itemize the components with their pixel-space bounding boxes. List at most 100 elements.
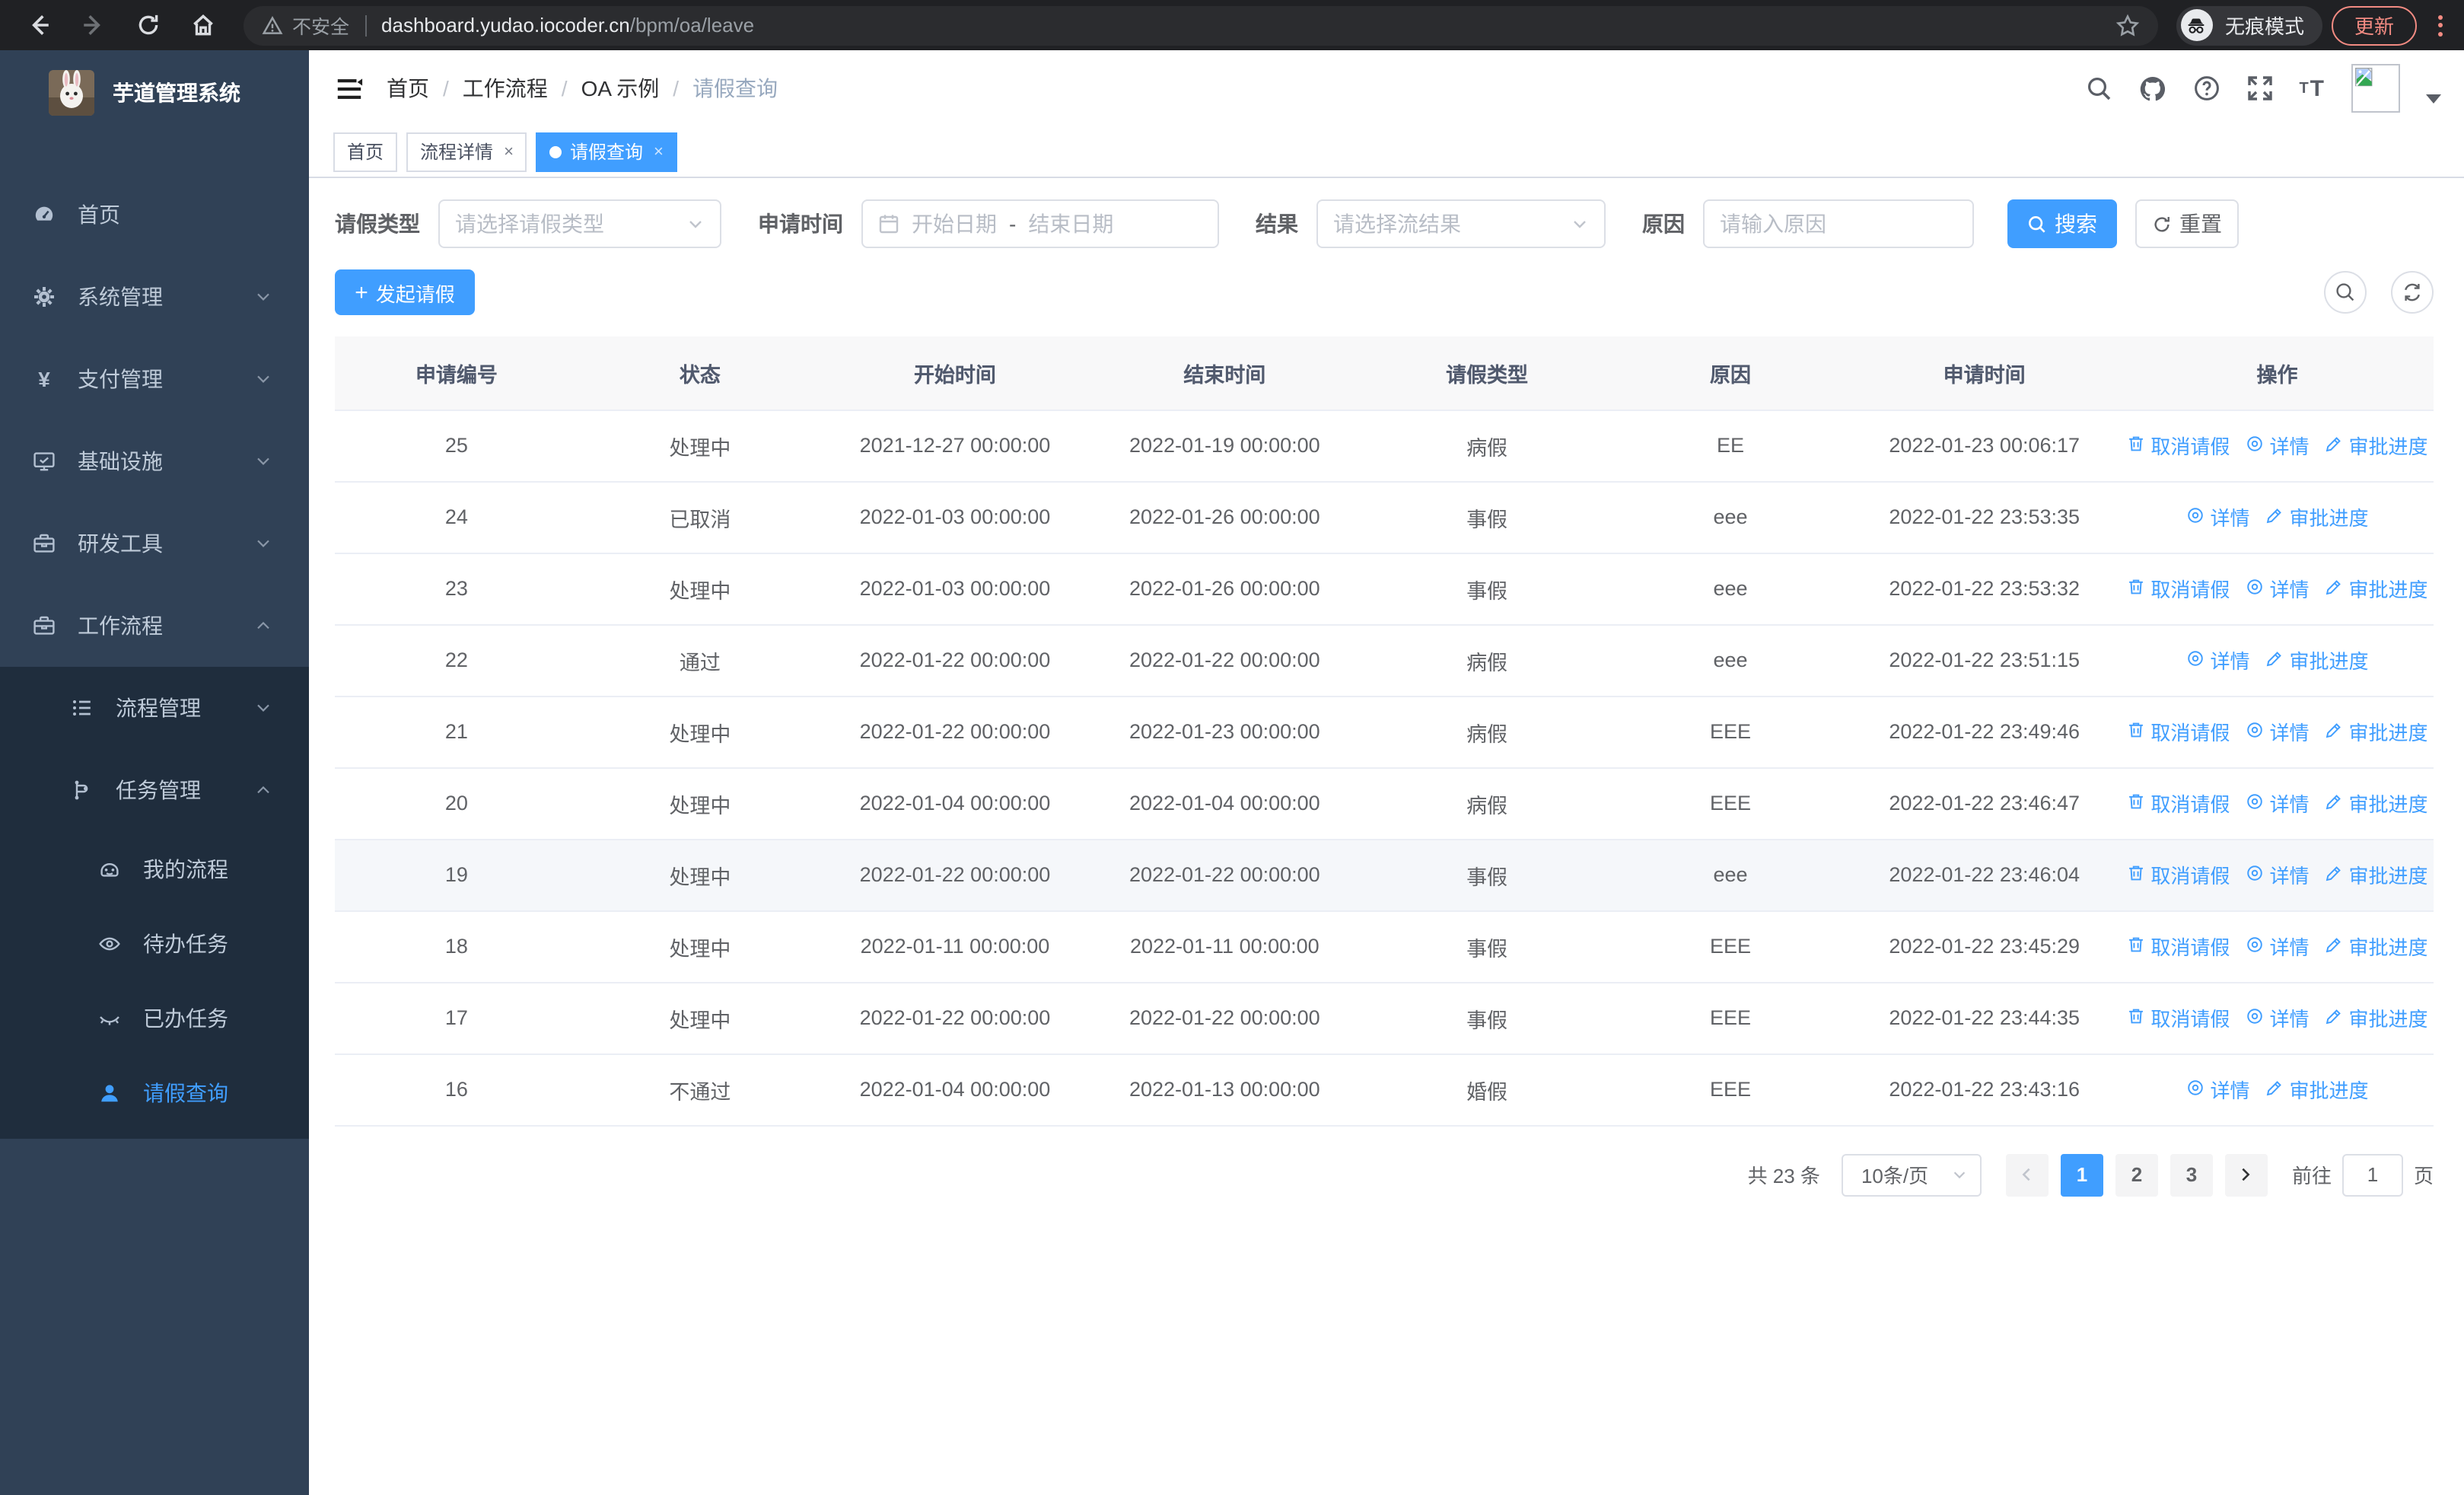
goto-page-input[interactable]: 1 bbox=[2341, 1153, 2403, 1196]
leave-type-select[interactable]: 请选择请假类型 bbox=[438, 199, 721, 248]
toggle-search-button[interactable] bbox=[2324, 271, 2367, 314]
edit-icon bbox=[2326, 436, 2341, 451]
close-icon[interactable]: × bbox=[504, 142, 514, 161]
sidebar-item-待办任务[interactable]: 待办任务 bbox=[0, 906, 309, 980]
sidebar-item-流程管理[interactable]: 流程管理 bbox=[0, 667, 309, 749]
user-icon bbox=[101, 1084, 118, 1101]
cancel-action-link[interactable]: 取消请假 bbox=[2126, 860, 2230, 889]
sidebar-item-我的流程[interactable]: 我的流程 bbox=[0, 831, 309, 906]
search-button[interactable]: 搜索 bbox=[2007, 199, 2117, 248]
tab-请假查询[interactable]: 请假查询 × bbox=[536, 132, 677, 171]
github-icon[interactable] bbox=[2138, 74, 2166, 103]
refresh-table-button[interactable] bbox=[2391, 271, 2434, 314]
cancel-action-link[interactable]: 取消请假 bbox=[2126, 932, 2230, 961]
cell-apply_time: 2022-01-22 23:44:35 bbox=[1848, 982, 2121, 1054]
detail-action-link[interactable]: 详情 bbox=[2185, 1075, 2249, 1104]
create-leave-button[interactable]: + 发起请假 bbox=[335, 269, 475, 315]
edit-icon bbox=[2265, 505, 2284, 529]
sidebar-item-研发工具[interactable]: 研发工具 bbox=[0, 502, 309, 585]
font-size-icon[interactable]: TT bbox=[2299, 75, 2326, 101]
cancel-action-link[interactable]: 取消请假 bbox=[2126, 1003, 2230, 1032]
sidebar-item-首页[interactable]: 首页 bbox=[0, 174, 309, 256]
browser-menu-icon[interactable] bbox=[2438, 14, 2443, 36]
sidebar-item-工作流程[interactable]: 工作流程 bbox=[0, 585, 309, 667]
detail-action-link[interactable]: 详情 bbox=[2245, 1003, 2309, 1032]
progress-action-link[interactable]: 审批进度 bbox=[2265, 502, 2369, 531]
help-icon[interactable] bbox=[2192, 75, 2220, 102]
cell-leave_type: 事假 bbox=[1361, 481, 1613, 553]
progress-action-link[interactable]: 审批进度 bbox=[2324, 860, 2428, 889]
security-label[interactable]: 不安全 bbox=[292, 11, 349, 40]
collapse-sidebar-icon[interactable] bbox=[332, 72, 365, 105]
cell-actions: 取消请假 详情 审批进度 bbox=[2120, 982, 2434, 1054]
forward-icon[interactable] bbox=[70, 5, 116, 45]
cell-reason: EEE bbox=[1612, 1054, 1848, 1126]
page-size-select[interactable]: 10条/页 bbox=[1841, 1153, 1982, 1196]
reason-input[interactable]: 请输入原因 bbox=[1703, 199, 1974, 248]
page-button-2[interactable]: 2 bbox=[2115, 1153, 2158, 1196]
progress-action-link[interactable]: 审批进度 bbox=[2324, 431, 2428, 460]
detail-action-link[interactable]: 详情 bbox=[2245, 860, 2309, 889]
result-select[interactable]: 请选择流结果 bbox=[1316, 199, 1606, 248]
sidebar-item-基础设施[interactable]: 基础设施 bbox=[0, 420, 309, 502]
page-button-3[interactable]: 3 bbox=[2170, 1153, 2213, 1196]
total-count: 共 23 条 bbox=[1747, 1165, 1820, 1187]
sidebar-menu: 首页 系统管理 ¥ 支付管理 基础设施 研发工具 工作流程 流程管理 任务管理 我的流程 待办任务已… bbox=[0, 174, 309, 1139]
cell-end_time: 2022-01-11 00:00:00 bbox=[1088, 910, 1361, 983]
search-icon bbox=[2336, 283, 2354, 301]
cancel-action-link[interactable]: 取消请假 bbox=[2126, 717, 2230, 746]
sidebar-item-已办任务[interactable]: 已办任务 bbox=[0, 980, 309, 1055]
detail-action-link[interactable]: 详情 bbox=[2245, 789, 2309, 818]
table-row: 22 通过 2022-01-22 00:00:00 2022-01-22 00:00:… bbox=[335, 624, 2434, 696]
detail-action-link[interactable]: 详情 bbox=[2185, 502, 2249, 531]
cell-leave_type: 病假 bbox=[1361, 767, 1613, 840]
breadcrumb-item[interactable]: 首页 bbox=[387, 73, 429, 104]
progress-action-link[interactable]: 审批进度 bbox=[2324, 717, 2428, 746]
breadcrumb-item[interactable]: OA 示例 bbox=[581, 73, 660, 104]
cancel-action-link[interactable]: 取消请假 bbox=[2126, 789, 2230, 818]
home-icon[interactable] bbox=[180, 5, 225, 45]
refresh-icon bbox=[2405, 283, 2420, 301]
bookmark-star-icon[interactable] bbox=[2115, 13, 2140, 37]
robot-icon bbox=[100, 862, 119, 876]
sidebar-item-系统管理[interactable]: 系统管理 bbox=[0, 256, 309, 338]
cell-status: 处理中 bbox=[578, 410, 822, 482]
url-bar[interactable]: 不安全 dashboard.yudao.iocoder.cn/bpm/oa/le… bbox=[244, 5, 2158, 45]
avatar-caret-icon[interactable] bbox=[2426, 94, 2441, 104]
fullscreen-icon[interactable] bbox=[2246, 75, 2273, 102]
cancel-action-link[interactable]: 取消请假 bbox=[2126, 431, 2230, 460]
detail-action-link[interactable]: 详情 bbox=[2185, 645, 2249, 674]
prev-page-button[interactable] bbox=[2005, 1153, 2049, 1196]
detail-action-link[interactable]: 详情 bbox=[2245, 431, 2309, 460]
submenu: 流程管理 任务管理 我的流程 待办任务 已办任务 请假查询 bbox=[0, 667, 309, 1139]
edit-icon bbox=[2324, 934, 2344, 958]
page-button-1[interactable]: 1 bbox=[2060, 1153, 2103, 1196]
cancel-action-link[interactable]: 取消请假 bbox=[2126, 574, 2230, 603]
column-header: 状态 bbox=[578, 336, 822, 410]
detail-action-link[interactable]: 详情 bbox=[2245, 717, 2309, 746]
back-icon[interactable] bbox=[15, 5, 61, 45]
eye-closed-icon bbox=[96, 1006, 123, 1030]
reload-icon[interactable] bbox=[125, 5, 170, 45]
next-page-button[interactable] bbox=[2224, 1153, 2268, 1196]
reset-button[interactable]: 重置 bbox=[2135, 199, 2239, 248]
sidebar-item-支付管理[interactable]: ¥ 支付管理 bbox=[0, 338, 309, 420]
progress-action-link[interactable]: 审批进度 bbox=[2324, 932, 2428, 961]
search-icon[interactable] bbox=[2084, 75, 2112, 102]
breadcrumb-item[interactable]: 工作流程 bbox=[463, 73, 548, 104]
tab-首页[interactable]: 首页 bbox=[333, 132, 398, 171]
apply-time-range-picker[interactable]: 开始日期 - 结束日期 bbox=[861, 199, 1219, 248]
sidebar-item-任务管理[interactable]: 任务管理 bbox=[0, 749, 309, 831]
progress-action-link[interactable]: 审批进度 bbox=[2324, 574, 2428, 603]
progress-action-link[interactable]: 审批进度 bbox=[2324, 1003, 2428, 1032]
update-button[interactable]: 更新 bbox=[2331, 5, 2417, 45]
avatar[interactable] bbox=[2351, 64, 2400, 113]
detail-action-link[interactable]: 详情 bbox=[2245, 932, 2309, 961]
progress-action-link[interactable]: 审批进度 bbox=[2265, 1075, 2369, 1104]
progress-action-link[interactable]: 审批进度 bbox=[2265, 645, 2369, 674]
close-icon[interactable]: × bbox=[654, 142, 664, 161]
progress-action-link[interactable]: 审批进度 bbox=[2324, 789, 2428, 818]
detail-action-link[interactable]: 详情 bbox=[2245, 574, 2309, 603]
sidebar-item-请假查询[interactable]: 请假查询 bbox=[0, 1055, 309, 1130]
tab-流程详情[interactable]: 流程详情 × bbox=[406, 132, 527, 171]
